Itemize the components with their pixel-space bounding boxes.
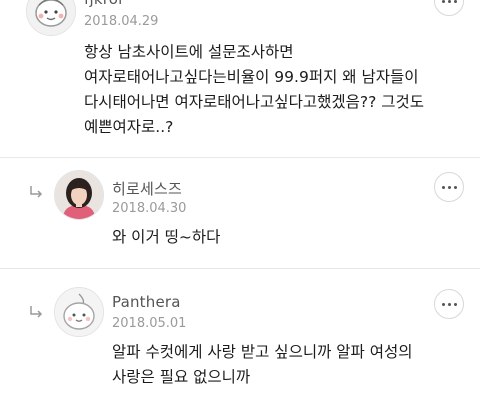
comment-line: 사랑은 필요 없으니까 bbox=[112, 368, 251, 386]
user-photo-icon bbox=[55, 171, 103, 219]
reply-arrow-icon bbox=[30, 186, 43, 198]
comment-item: fjkrol 2018.04.29 항상 남초사이트에 설문조사하면 여자로태어… bbox=[0, 0, 480, 160]
user-avatar-icon bbox=[27, 0, 75, 35]
comment-date: 2018.05.01 bbox=[112, 316, 187, 331]
more-options-icon-dot bbox=[453, 302, 457, 306]
comment-line: 와 이거 띵~하다 bbox=[112, 228, 221, 246]
reply-item: Panthera 2018.05.01 알파 수컷에게 사랑 받고 싶으니까 알… bbox=[0, 269, 480, 402]
more-options-icon-dot bbox=[447, 302, 451, 306]
avatar[interactable] bbox=[54, 170, 104, 220]
comment-body: 항상 남초사이트에 설문조사하면 여자로태어나고싶다는비율이 99.9퍼지 왜 … bbox=[84, 40, 424, 140]
more-options-button[interactable] bbox=[434, 0, 464, 16]
user-avatar-icon bbox=[55, 288, 103, 336]
comment-date: 2018.04.30 bbox=[112, 201, 187, 216]
comment-line: 항상 남초사이트에 설문조사하면 bbox=[84, 43, 294, 61]
comment-body: 와 이거 띵~하다 bbox=[112, 225, 220, 250]
comment-line: 여자로태어나고싶다는비율이 99.9퍼지 왜 남자들이 bbox=[84, 68, 419, 86]
more-options-icon bbox=[441, 302, 445, 306]
comment-body: 알파 수컷에게 사랑 받고 싶으니까 알파 여성의 사랑은 필요 없으니까 bbox=[112, 340, 413, 390]
more-options-icon-dot bbox=[447, 0, 451, 3]
more-options-icon-dot bbox=[447, 185, 451, 189]
more-options-button[interactable] bbox=[434, 172, 464, 202]
comment-username[interactable]: fjkrol bbox=[84, 0, 123, 8]
avatar[interactable] bbox=[26, 0, 76, 36]
reply-arrow-icon bbox=[30, 306, 43, 318]
comment-line: 예쁜여자로..? bbox=[84, 118, 174, 136]
more-options-button[interactable] bbox=[434, 289, 464, 319]
comment-username[interactable]: Panthera bbox=[112, 293, 181, 311]
more-options-icon bbox=[441, 185, 445, 189]
reply-item: 히로세스즈 2018.04.30 와 이거 띵~하다 bbox=[0, 158, 480, 268]
comment-date: 2018.04.29 bbox=[84, 14, 159, 29]
more-options-icon-dot bbox=[453, 185, 457, 189]
avatar[interactable] bbox=[54, 287, 104, 337]
comment-line: 알파 수컷에게 사랑 받고 싶으니까 알파 여성의 bbox=[112, 343, 413, 361]
comment-username[interactable]: 히로세스즈 bbox=[112, 178, 182, 199]
more-options-icon-dot bbox=[453, 0, 457, 3]
comment-line: 다시태어나면 여자로태어나고싶다고했겠음?? 그것도 bbox=[84, 93, 425, 111]
more-options-icon bbox=[441, 0, 445, 3]
